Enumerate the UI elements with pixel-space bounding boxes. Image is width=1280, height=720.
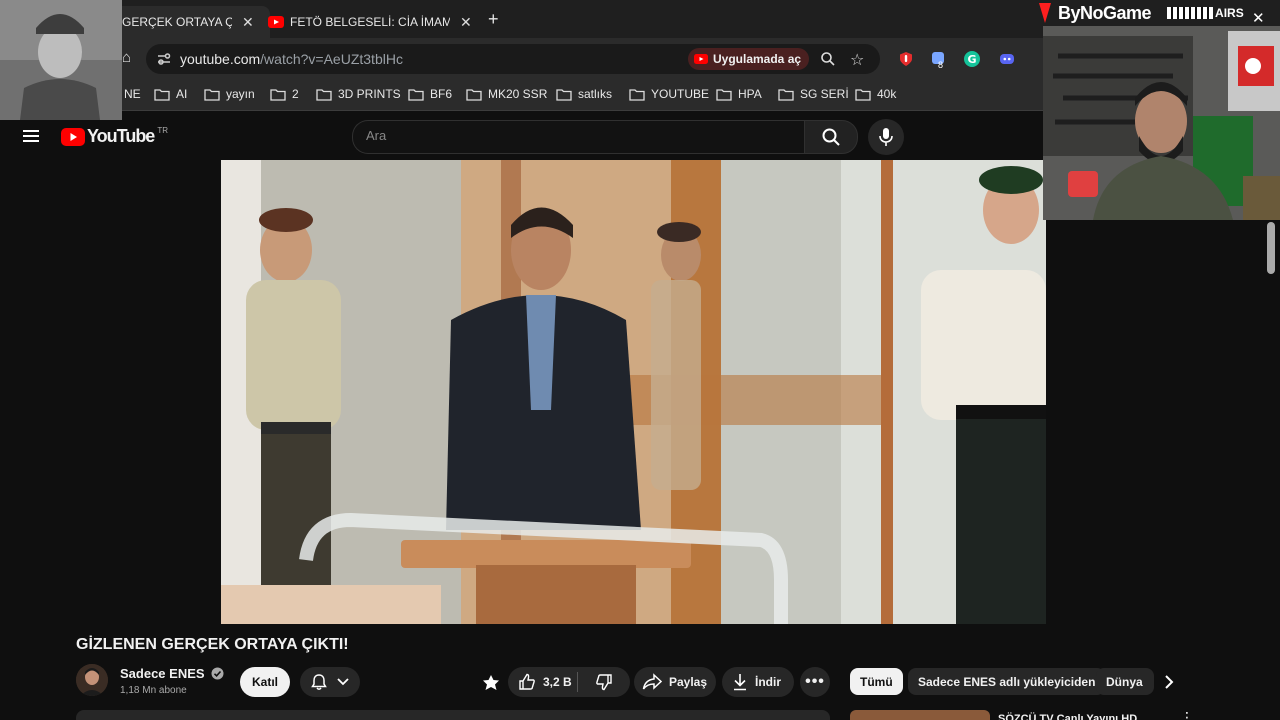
- youtube-logo[interactable]: YouTube TR: [61, 126, 168, 147]
- bookmark-folder[interactable]: satlıks: [556, 84, 612, 104]
- portrait-overlay-image: [0, 0, 122, 120]
- extension-shield-icon[interactable]: [898, 51, 914, 67]
- chip-world[interactable]: Dünya: [1096, 668, 1154, 695]
- folder-icon: [778, 88, 794, 101]
- folder-icon: [556, 88, 572, 101]
- browser-tab-active[interactable]: GERÇEK ORTAYA ÇIK ✕: [112, 6, 270, 38]
- notification-button[interactable]: [300, 667, 360, 697]
- bookmark-folder[interactable]: AI: [154, 84, 187, 104]
- menu-icon[interactable]: [22, 128, 40, 144]
- folder-icon: [629, 88, 645, 101]
- zoom-search-icon[interactable]: [820, 51, 836, 67]
- bookmark-folder[interactable]: NE: [124, 84, 141, 104]
- bookmark-star-icon[interactable]: ☆: [850, 50, 864, 70]
- bookmark-folder[interactable]: 40k: [855, 84, 896, 104]
- description-box[interactable]: [76, 710, 830, 720]
- thumbs-down-icon: [596, 674, 612, 691]
- channel-name[interactable]: Sadece ENES: [120, 666, 224, 681]
- site-settings-icon[interactable]: [156, 51, 172, 67]
- subscriber-count: 1,18 Mn abone: [120, 685, 187, 696]
- like-dislike-group: 3,2 B: [508, 667, 630, 697]
- folder-icon: [204, 88, 220, 101]
- bookmark-folder[interactable]: yayın: [204, 84, 255, 104]
- search-button[interactable]: [804, 120, 858, 154]
- open-in-app-button[interactable]: Uygulamada aç: [688, 48, 810, 70]
- channel-avatar[interactable]: [76, 664, 108, 696]
- close-tab-icon[interactable]: ✕: [242, 14, 254, 31]
- video-frame: [221, 160, 1046, 624]
- close-tab-icon[interactable]: ✕: [460, 14, 472, 31]
- sponsor-logo-icon: [1167, 7, 1214, 19]
- up-next-title[interactable]: SÖZCÜ TV Canlı Yayını HD: [998, 709, 1137, 720]
- webcam-overlay: [1043, 26, 1280, 220]
- close-window-icon[interactable]: ✕: [1252, 9, 1265, 27]
- bookmark-folder[interactable]: 2: [270, 84, 299, 104]
- folder-icon: [466, 88, 482, 101]
- tab-title: GERÇEK ORTAYA ÇIK: [122, 15, 232, 29]
- up-next-thumbnail[interactable]: [850, 710, 990, 720]
- bookmark-folder[interactable]: 3D PRINTS: [316, 84, 401, 104]
- bynogame-logo-icon: [1039, 3, 1051, 23]
- microphone-icon: [879, 128, 893, 146]
- youtube-favicon-icon: [268, 16, 284, 28]
- bookmark-folder[interactable]: BF6: [408, 84, 452, 104]
- svg-text:G: G: [967, 53, 976, 66]
- bookmark-folder[interactable]: YOUTUBE: [629, 84, 709, 104]
- join-button[interactable]: Katıl: [240, 667, 290, 697]
- search-input[interactable]: [352, 120, 805, 154]
- extension-badge: 8: [938, 60, 944, 70]
- search-icon: [822, 128, 840, 146]
- youtube-app-icon: [694, 54, 708, 64]
- new-tab-button[interactable]: +: [488, 9, 499, 30]
- sponsor-banner: ByNoGame AIRS: [1036, 0, 1244, 26]
- video-player[interactable]: [221, 160, 1046, 624]
- folder-icon: [855, 88, 871, 101]
- chevron-down-icon: [337, 678, 349, 686]
- chevron-right-icon: [1165, 675, 1174, 689]
- bookmark-folder[interactable]: HPA: [716, 84, 762, 104]
- browser-tab[interactable]: FETÖ BELGESELİ: CİA İMAMI - Y ✕: [262, 6, 482, 38]
- like-button[interactable]: 3,2 B: [508, 673, 577, 691]
- youtube-play-icon: [61, 127, 85, 146]
- folder-icon: [408, 88, 424, 101]
- video-title: GİZLENEN GERÇEK ORTAYA ÇIKTI!: [76, 636, 349, 653]
- grammarly-icon[interactable]: G: [964, 51, 980, 67]
- folder-icon: [270, 88, 286, 101]
- up-next-menu-icon[interactable]: ⋮: [1180, 710, 1194, 720]
- dislike-button[interactable]: [578, 673, 630, 691]
- download-button[interactable]: İndir: [722, 667, 794, 697]
- folder-icon: [716, 88, 732, 101]
- thumbs-up-icon: [519, 673, 535, 690]
- chip-all[interactable]: Tümü: [850, 668, 903, 695]
- page-scrollbar[interactable]: [1267, 222, 1275, 274]
- folder-icon: [316, 88, 332, 101]
- download-icon: [734, 674, 746, 691]
- search-placeholder: Ara: [366, 128, 387, 143]
- share-icon: [642, 673, 662, 690]
- folder-icon: [154, 88, 170, 101]
- more-actions-button[interactable]: •••: [800, 667, 830, 697]
- chip-from-uploader[interactable]: Sadece ENES adlı yükleyiciden: [908, 668, 1106, 695]
- url-text[interactable]: youtube.com/watch?v=AeUZt3tblHc: [180, 51, 403, 67]
- share-button[interactable]: Paylaş: [634, 667, 716, 697]
- bookmark-folder[interactable]: SG SERİ: [778, 84, 849, 104]
- bell-icon: [311, 674, 327, 690]
- thanks-icon[interactable]: [481, 674, 501, 694]
- bookmark-folder[interactable]: MK20 SSR: [466, 84, 547, 104]
- verified-icon: [211, 667, 224, 680]
- more-horizontal-icon: •••: [805, 673, 825, 690]
- tab-title: FETÖ BELGESELİ: CİA İMAMI - Y: [290, 15, 450, 29]
- chips-next-button[interactable]: [1160, 674, 1178, 690]
- discord-icon[interactable]: [999, 51, 1015, 67]
- home-icon[interactable]: ⌂: [122, 49, 132, 69]
- voice-search-button[interactable]: [868, 119, 904, 155]
